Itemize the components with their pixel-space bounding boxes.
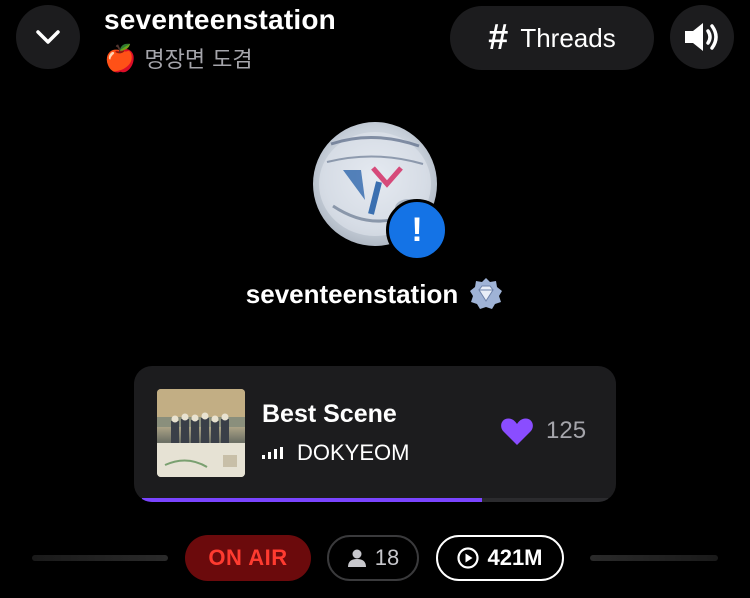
listener-count: 18: [374, 545, 400, 570]
track-title: Best Scene: [262, 400, 397, 428]
album-cover: [157, 389, 245, 477]
equalizer-icon: [262, 447, 283, 459]
verified-diamond-icon: [470, 278, 503, 309]
station-subtitle: 🍎 명장면 도겸: [104, 42, 253, 74]
profile-name-row: seventeenstation: [0, 276, 750, 312]
threads-button[interactable]: # Threads: [450, 6, 654, 70]
track-artist-row: DOKYEOM: [262, 440, 409, 466]
play-circle-icon: [457, 547, 480, 569]
track-artist: DOKYEOM: [297, 440, 410, 465]
now-playing-card[interactable]: Best Scene DOKYEOM 125: [134, 366, 616, 502]
apple-icon: 🍎: [104, 43, 137, 73]
play-count: 421M: [487, 545, 543, 570]
left-divider: [32, 555, 168, 561]
right-divider: [590, 555, 718, 561]
collapse-button[interactable]: [16, 5, 80, 69]
plays-pill[interactable]: 421M: [436, 535, 564, 581]
subtitle-text: 명장면 도겸: [144, 48, 253, 73]
chevron-down-icon: [36, 30, 60, 44]
playback-progress-fill: [142, 498, 483, 502]
hashtag-icon: #: [488, 16, 509, 57]
on-air-badge: ON AIR: [185, 535, 311, 581]
speaker-icon: [685, 23, 718, 51]
sound-button[interactable]: [670, 5, 734, 69]
station-title: seventeenstation: [104, 4, 336, 35]
listeners-pill[interactable]: 18: [327, 535, 419, 581]
profile-name: seventeenstation: [245, 278, 459, 309]
threads-label: Threads: [520, 22, 616, 53]
like-count: 125: [546, 417, 587, 444]
heart-icon: [501, 418, 533, 445]
playback-progress: [142, 498, 608, 502]
like-button[interactable]: 125: [500, 416, 586, 446]
alert-badge[interactable]: !: [386, 199, 448, 261]
person-icon: [347, 549, 366, 567]
